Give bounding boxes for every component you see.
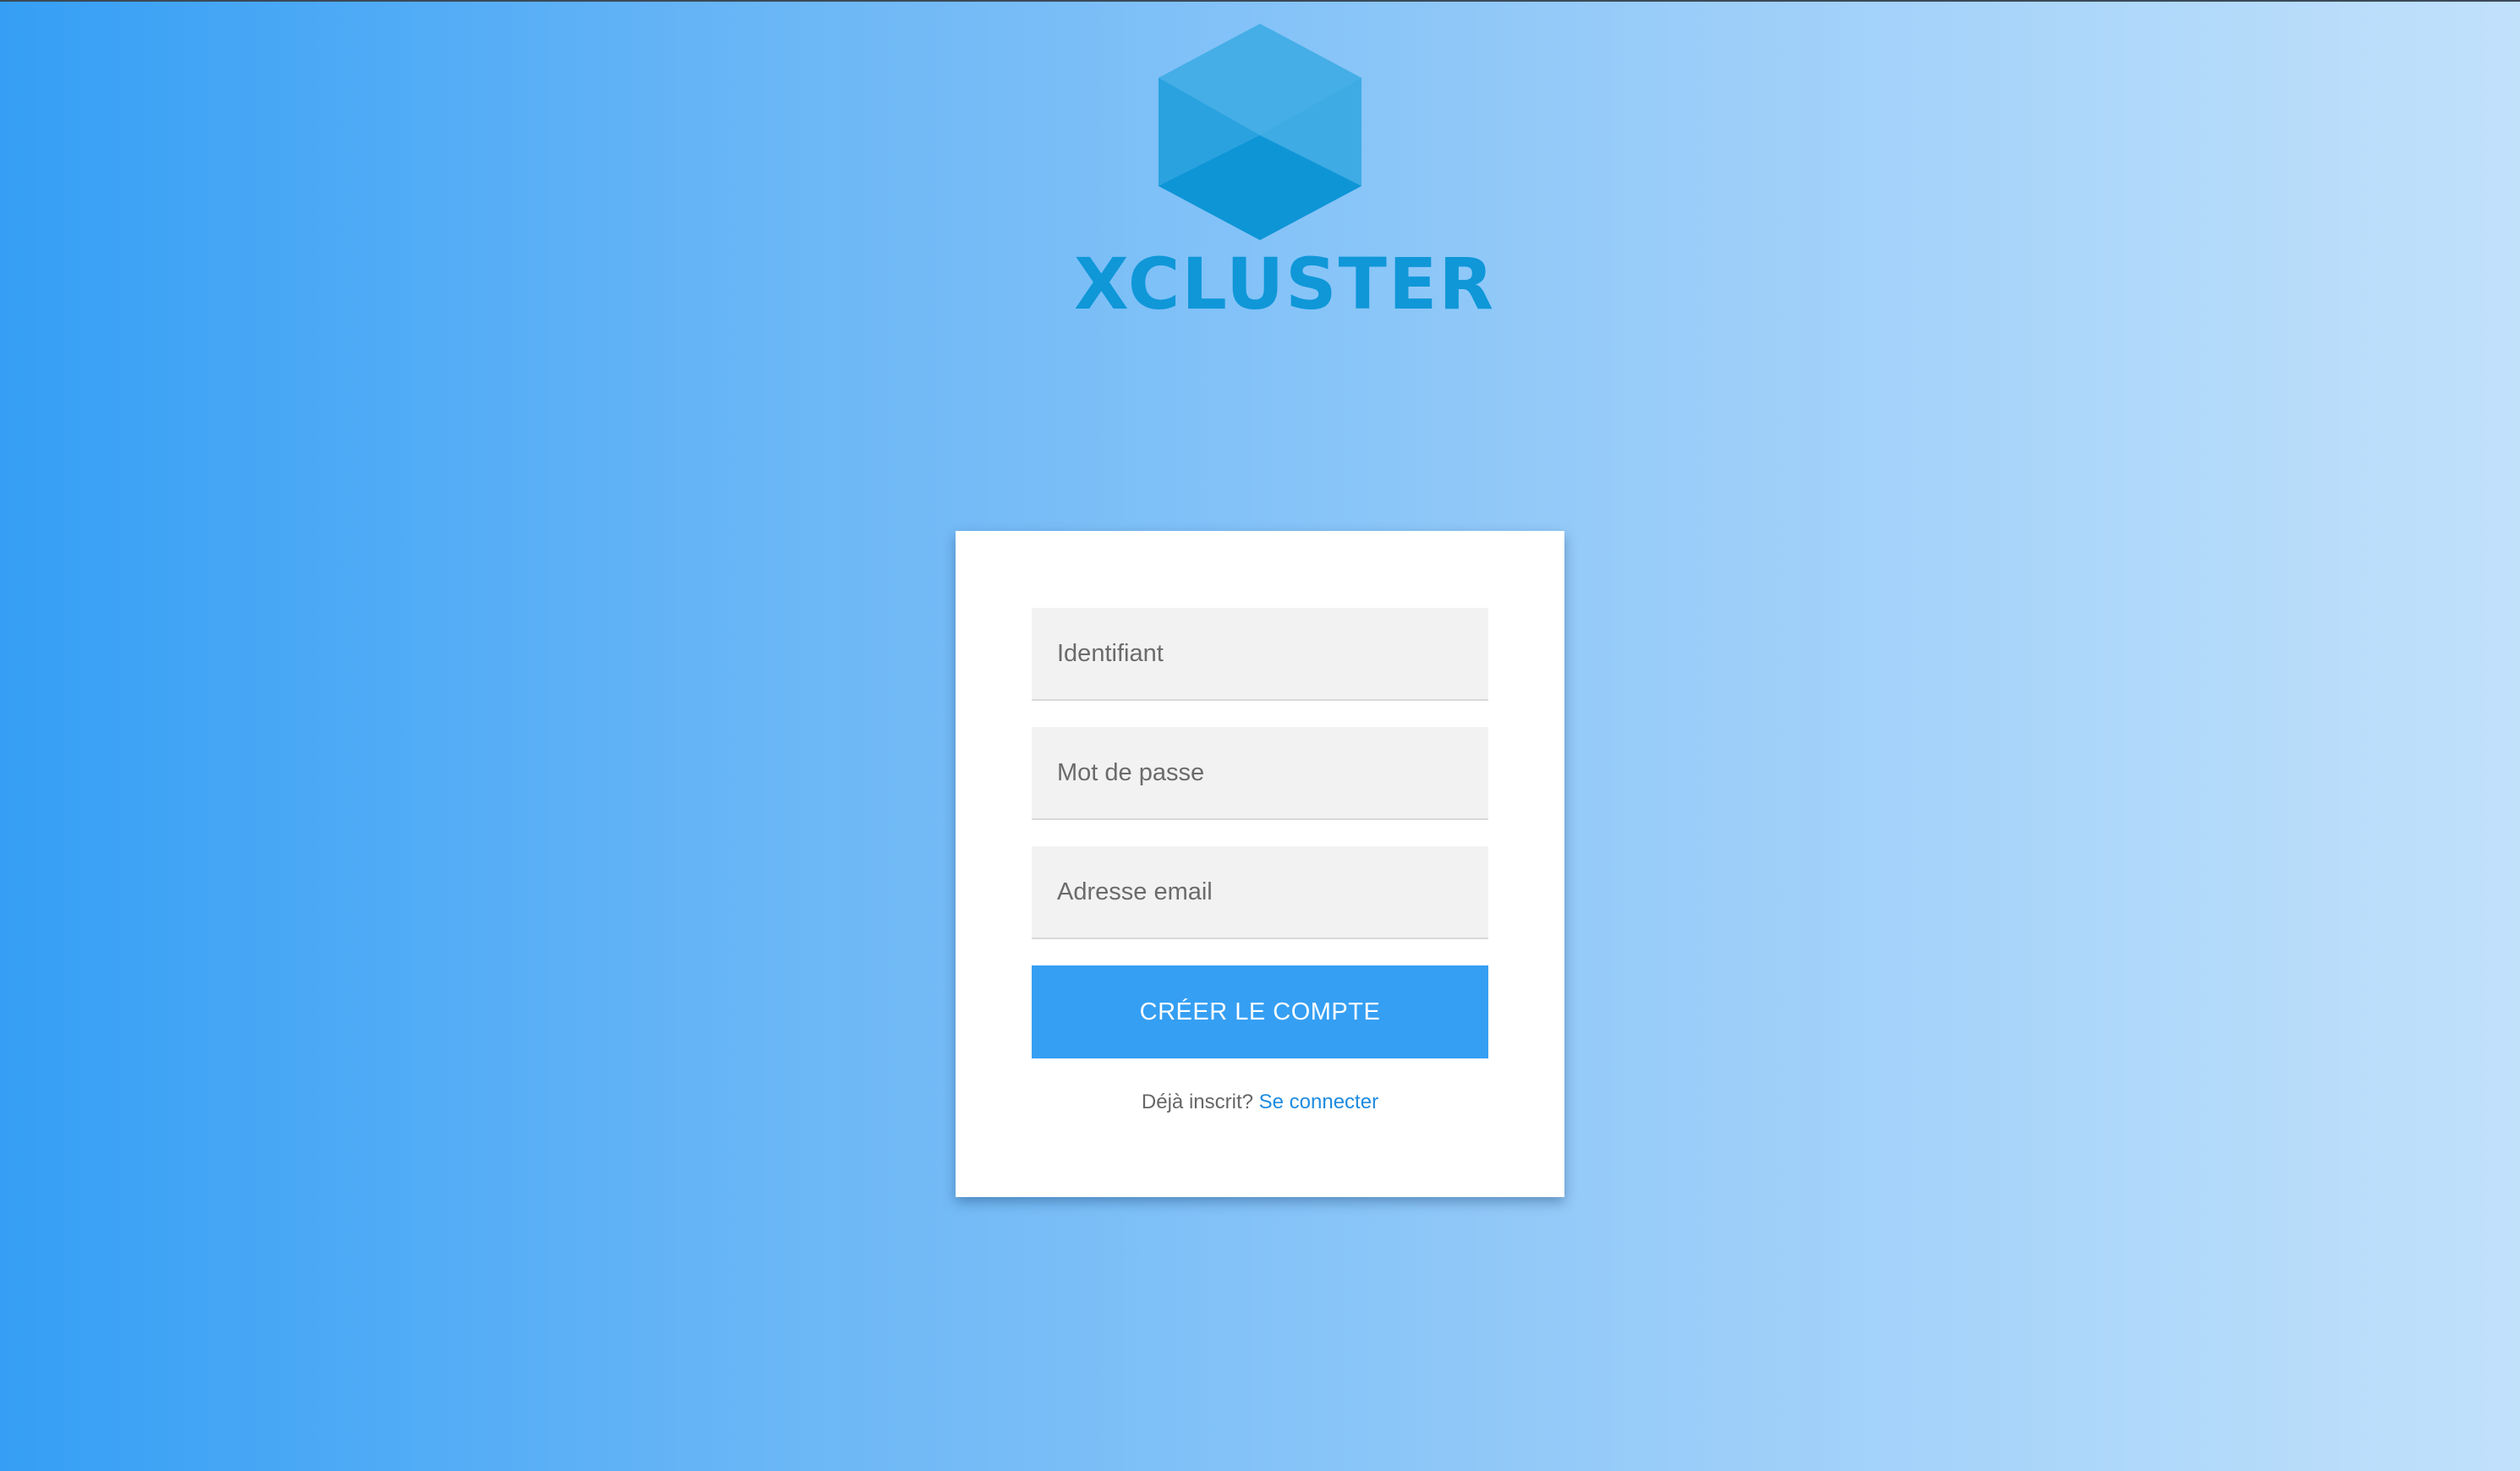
logo: XCLUSTER xyxy=(1074,24,1496,328)
hexagon-logo-icon xyxy=(1159,24,1361,240)
logo-text: XCLUSTER xyxy=(1074,243,1496,325)
signup-card: CRÉER LE COMPTE Déjà inscrit? Se connect… xyxy=(956,531,1564,1197)
password-input[interactable] xyxy=(1032,727,1488,820)
email-input[interactable] xyxy=(1032,846,1488,939)
already-registered-text: Déjà inscrit? xyxy=(1141,1091,1253,1113)
create-account-button[interactable]: CRÉER LE COMPTE xyxy=(1032,965,1488,1058)
username-input[interactable] xyxy=(1032,608,1488,701)
window-top-border xyxy=(0,0,2520,2)
login-link[interactable]: Se connecter xyxy=(1259,1091,1378,1113)
login-prompt: Déjà inscrit? Se connecter xyxy=(956,1091,1564,1114)
